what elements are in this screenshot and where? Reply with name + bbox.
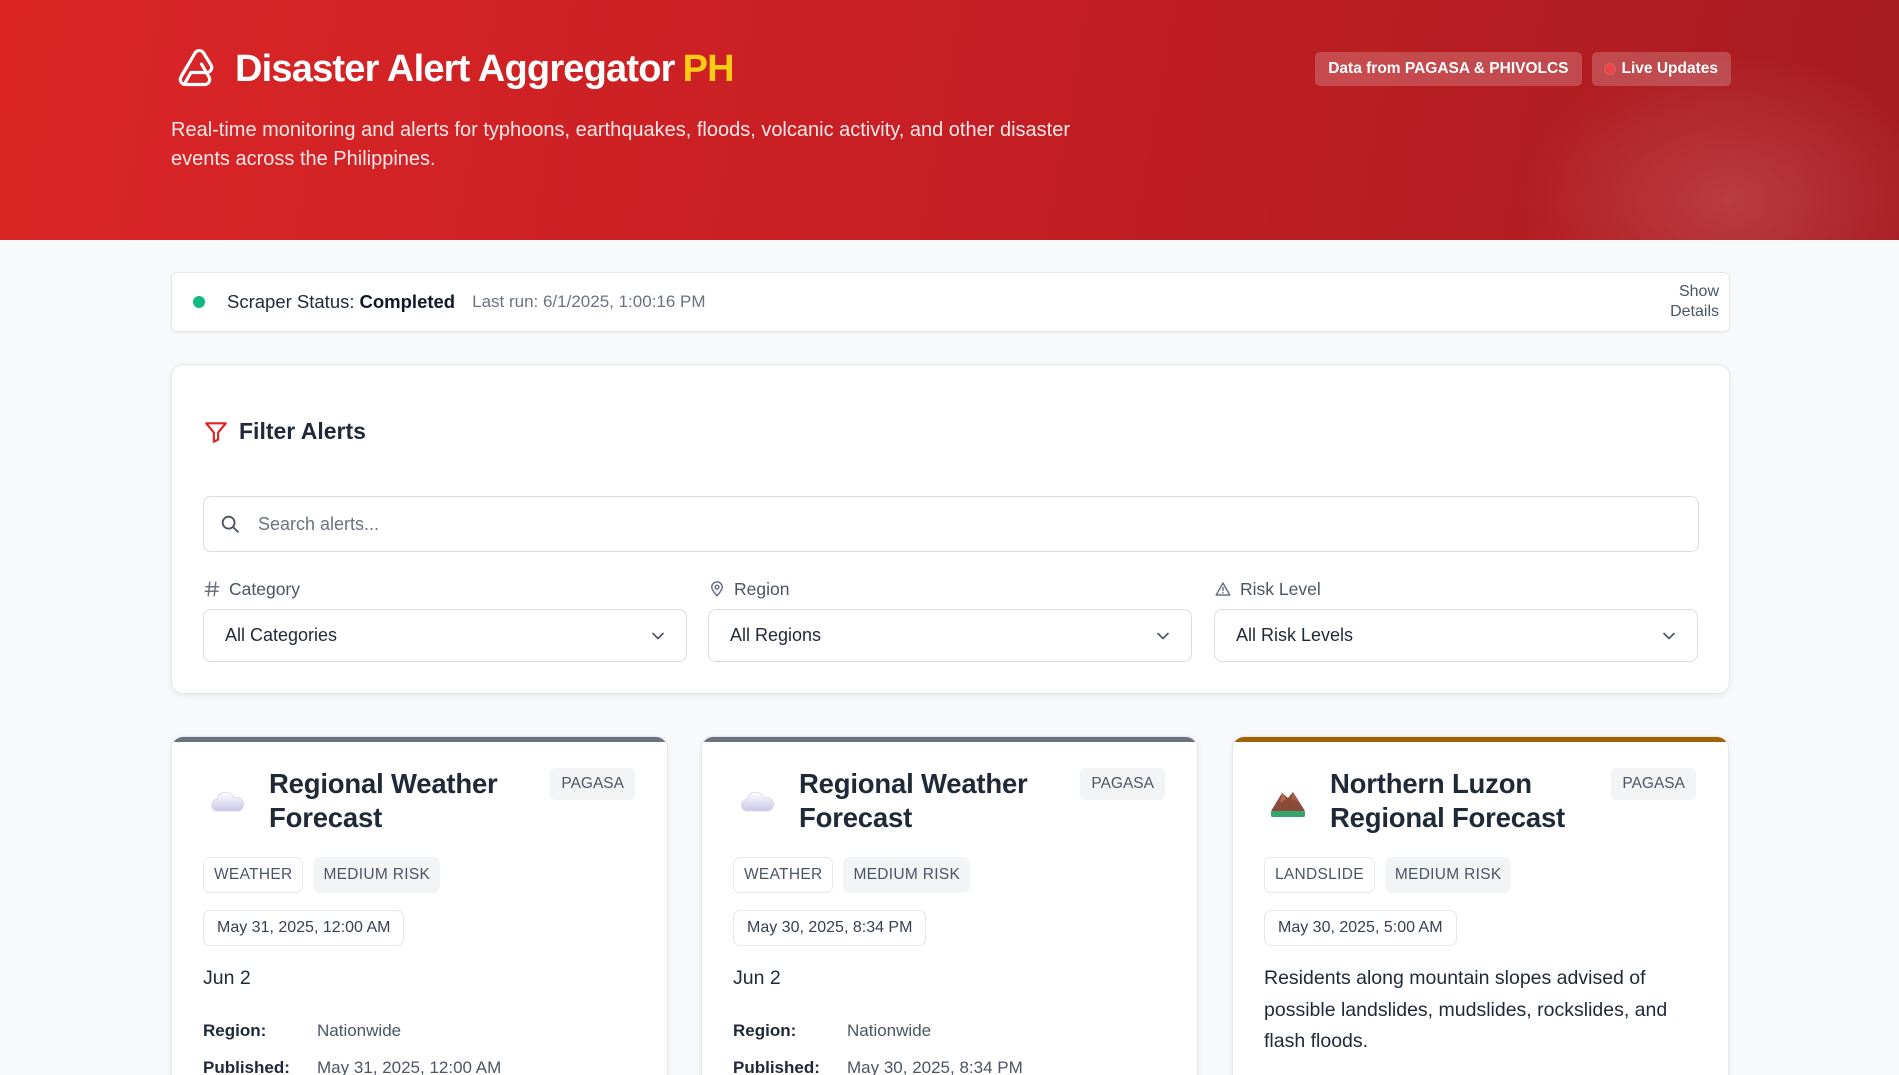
risk-tag: MEDIUM RISK bbox=[843, 857, 971, 893]
region-select[interactable]: All Regions bbox=[708, 609, 1192, 662]
last-run-text: Last run: 6/1/2025, 1:00:16 PM bbox=[472, 292, 706, 311]
cloud-icon bbox=[741, 791, 774, 812]
show-details-button[interactable]: Show Details bbox=[1659, 282, 1719, 322]
cloud-icon bbox=[211, 791, 244, 812]
warning-triangle-icon bbox=[1215, 582, 1231, 596]
region-meta-label: Region: bbox=[733, 1021, 797, 1040]
filter-panel: Filter Alerts Category All Categories Re… bbox=[171, 364, 1730, 694]
card-description: Jun 2 bbox=[733, 967, 781, 989]
alert-card[interactable]: Northern Luzon Regional Forecast PAGASA … bbox=[1232, 736, 1729, 1075]
filter-title: Filter Alerts bbox=[239, 418, 366, 444]
card-title[interactable]: Northern Luzon Regional Forecast bbox=[1330, 767, 1590, 835]
filter-icon bbox=[205, 421, 227, 443]
search-icon bbox=[221, 515, 239, 533]
card-accent-bar bbox=[172, 737, 667, 742]
data-source-badge: Data from PAGASA & PHIVOLCS bbox=[1315, 52, 1582, 86]
region-meta-label: Region: bbox=[203, 1021, 267, 1040]
published-meta-value: May 30, 2025, 8:34 PM bbox=[847, 1058, 1023, 1075]
chevron-down-icon bbox=[1157, 632, 1169, 639]
chevron-down-icon bbox=[1663, 632, 1675, 639]
category-label: Category bbox=[203, 577, 687, 601]
category-tag: WEATHER bbox=[733, 857, 834, 893]
map-pin-icon bbox=[711, 581, 723, 597]
category-tag: WEATHER bbox=[203, 857, 304, 893]
risk-level-filter: Risk Level All Risk Levels bbox=[1214, 577, 1698, 662]
region-meta-value: Nationwide bbox=[847, 1021, 932, 1040]
region-select-value: All Regions bbox=[730, 625, 822, 645]
region-meta: Region: Nationwide bbox=[203, 1021, 401, 1041]
header-badges: Data from PAGASA & PHIVOLCS Live Updates bbox=[1315, 52, 1731, 86]
risk-level-label: Risk Level bbox=[1214, 577, 1698, 601]
source-badge: PAGASA bbox=[1611, 768, 1696, 800]
source-badge: PAGASA bbox=[550, 768, 635, 800]
source-badge: PAGASA bbox=[1080, 768, 1165, 800]
published-meta-label: Published: bbox=[203, 1058, 290, 1075]
app-title-suffix: PH bbox=[682, 47, 735, 90]
chevron-down-icon bbox=[652, 632, 664, 639]
date-badge: May 30, 2025, 5:00 AM bbox=[1264, 910, 1457, 946]
app-description: Real-time monitoring and alerts for typh… bbox=[171, 119, 1070, 170]
data-source-text: Data from PAGASA & PHIVOLCS bbox=[1328, 60, 1569, 77]
live-updates-text: Live Updates bbox=[1621, 60, 1718, 77]
category-select[interactable]: All Categories bbox=[203, 609, 687, 662]
card-title[interactable]: Regional Weather Forecast bbox=[799, 767, 1059, 835]
live-updates-badge: Live Updates bbox=[1591, 52, 1731, 86]
risk-tag: MEDIUM RISK bbox=[1384, 857, 1512, 893]
status-value: Completed bbox=[359, 291, 456, 312]
region-filter: Region All Regions bbox=[708, 577, 1192, 662]
card-accent-bar bbox=[1233, 737, 1728, 742]
scraper-status-bar: Scraper Status: Completed Last run: 6/1/… bbox=[171, 272, 1730, 332]
category-label-text: Category bbox=[229, 578, 301, 599]
date-badge: May 31, 2025, 12:00 AM bbox=[203, 910, 405, 946]
published-meta: Published: May 31, 2025, 12:00 AM bbox=[203, 1058, 501, 1075]
category-select-value: All Categories bbox=[225, 625, 338, 645]
region-label: Region bbox=[708, 577, 1192, 601]
risk-level-label-text: Risk Level bbox=[1240, 578, 1321, 599]
published-meta: Published: May 30, 2025, 8:34 PM bbox=[733, 1058, 1023, 1075]
region-label-text: Region bbox=[734, 578, 790, 599]
app-title: Disaster Alert Aggregator PH bbox=[235, 47, 735, 91]
risk-level-select-value: All Risk Levels bbox=[1236, 625, 1354, 645]
category-tag: LANDSLIDE bbox=[1264, 857, 1375, 893]
landslide-icon bbox=[1271, 792, 1305, 817]
brand: Disaster Alert Aggregator PH bbox=[171, 44, 735, 94]
card-title[interactable]: Regional Weather Forecast bbox=[269, 767, 529, 835]
alert-card[interactable]: Regional Weather Forecast PAGASA WEATHER… bbox=[171, 736, 668, 1075]
region-meta-value: Nationwide bbox=[317, 1021, 402, 1040]
app-header: Disaster Alert Aggregator PH Real-time mo… bbox=[0, 0, 1899, 240]
card-accent-bar bbox=[702, 737, 1197, 742]
risk-tag: MEDIUM RISK bbox=[313, 857, 441, 893]
status-label: Scraper Status: bbox=[227, 291, 355, 312]
published-meta-label: Published: bbox=[733, 1058, 820, 1075]
app-title-text: Disaster Alert Aggregator bbox=[235, 47, 675, 90]
alert-logo-icon bbox=[178, 48, 214, 87]
filter-header: Filter Alerts bbox=[203, 418, 366, 445]
search-box[interactable] bbox=[203, 496, 1699, 552]
live-dot-icon bbox=[1604, 64, 1615, 74]
status-dot-icon bbox=[193, 296, 205, 308]
category-filter: Category All Categories bbox=[203, 577, 687, 662]
search-input[interactable] bbox=[258, 513, 1658, 535]
region-meta: Region: Nationwide bbox=[733, 1021, 931, 1041]
hash-icon bbox=[204, 581, 220, 597]
card-tags: LANDSLIDE MEDIUM RISK bbox=[1264, 857, 1512, 893]
published-meta-value: May 31, 2025, 12:00 AM bbox=[317, 1058, 502, 1075]
alert-card[interactable]: Regional Weather Forecast PAGASA WEATHER… bbox=[701, 736, 1198, 1075]
date-badge: May 30, 2025, 8:34 PM bbox=[733, 910, 927, 946]
card-tags: WEATHER MEDIUM RISK bbox=[733, 857, 971, 893]
card-description: Residents along mountain slopes advised … bbox=[1264, 967, 1668, 1052]
risk-level-select[interactable]: All Risk Levels bbox=[1214, 609, 1698, 662]
card-description: Jun 2 bbox=[203, 967, 251, 989]
card-tags: WEATHER MEDIUM RISK bbox=[203, 857, 441, 893]
